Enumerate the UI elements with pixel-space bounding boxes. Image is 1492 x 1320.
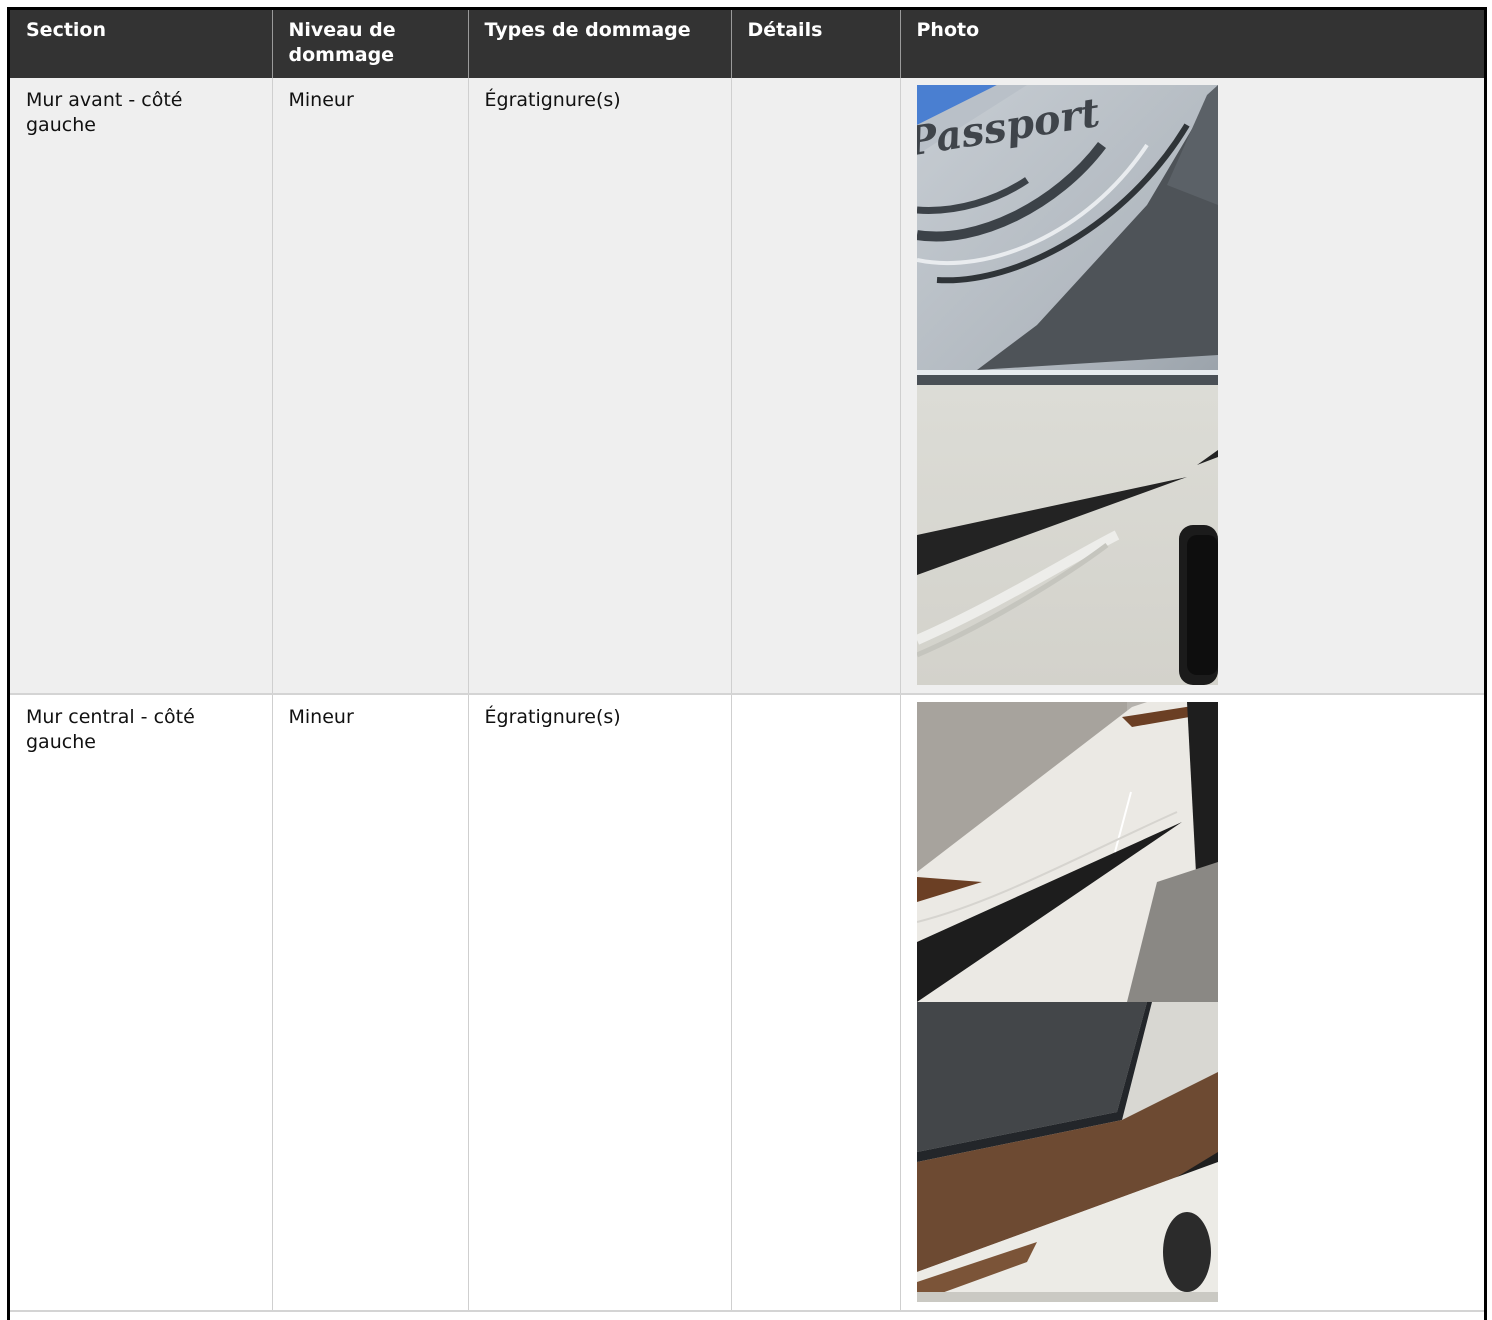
header-photo: Photo: [899, 10, 1484, 78]
header-details: Détails: [730, 10, 900, 78]
table-header: Section Niveau de dommage Types de domma…: [10, 10, 1484, 78]
cell-damage-types: Égratignure(s): [467, 694, 731, 1312]
table-row: Mur avant - côté gauche Mineur Égratignu…: [10, 78, 1484, 695]
trailer-slideout-corner-photo[interactable]: [916, 1002, 1218, 1302]
cell-details: [730, 78, 900, 695]
cell-damage-level: Mineur: [271, 694, 468, 1312]
cell-details: [730, 694, 900, 1312]
trailer-side-stripe-photo[interactable]: [916, 385, 1218, 685]
damage-report-table: Section Niveau de dommage Types de domma…: [10, 10, 1484, 1312]
cell-damage-types: Égratignure(s): [467, 78, 731, 695]
header-row: Section Niveau de dommage Types de domma…: [10, 10, 1484, 78]
table-row: Mur central - côté gauche Mineur Égratig…: [10, 694, 1484, 1312]
header-section: Section: [10, 10, 272, 78]
report-frame: Section Niveau de dommage Types de domma…: [7, 7, 1487, 1320]
header-damage-types: Types de dommage: [467, 10, 731, 78]
cell-photos: Passport: [899, 78, 1484, 695]
cell-damage-level: Mineur: [271, 78, 468, 695]
trailer-mid-wall-scratch-photo[interactable]: [916, 702, 1218, 1002]
cell-section: Mur central - côté gauche: [10, 694, 272, 1312]
trailer-front-wall-decal-photo[interactable]: Passport: [916, 85, 1218, 385]
table-body: Mur avant - côté gauche Mineur Égratignu…: [10, 78, 1484, 1312]
cell-section: Mur avant - côté gauche: [10, 78, 272, 695]
header-damage-level: Niveau de dommage: [271, 10, 468, 78]
cell-photos: [899, 694, 1484, 1312]
